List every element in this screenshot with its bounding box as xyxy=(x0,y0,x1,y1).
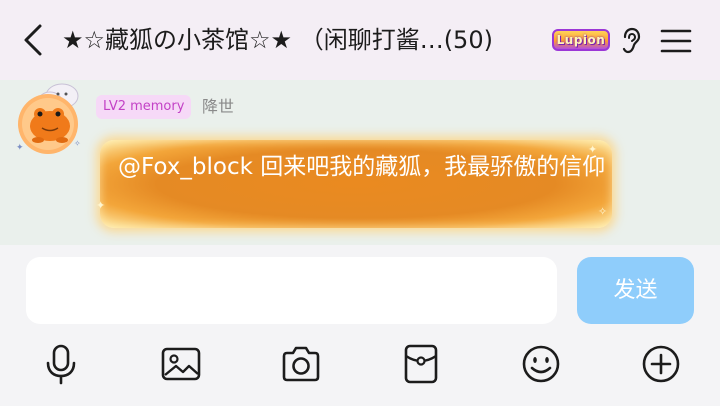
emoji-icon[interactable] xyxy=(519,342,563,386)
image-icon[interactable] xyxy=(159,342,203,386)
red-packet-icon[interactable] xyxy=(399,342,443,386)
group-badge: Lupion xyxy=(552,29,610,51)
chevron-left-icon[interactable] xyxy=(18,22,50,58)
group-title[interactable]: ★☆藏狐の小茶馆☆★ （闲聊打酱…(50) xyxy=(62,22,493,58)
message-input[interactable] xyxy=(26,257,557,324)
message-bubble[interactable]: @Fox_block 回来吧我的藏狐，我最骄傲的信仰 ✦ ✧ ✦ xyxy=(96,140,612,228)
sparkle-icon: ✦ xyxy=(588,143,598,156)
camera-icon[interactable] xyxy=(279,342,323,386)
plus-icon[interactable] xyxy=(639,342,683,386)
level-badge: LV2 memory xyxy=(96,95,192,119)
message-text: @Fox_block 回来吧我的藏狐，我最骄傲的信仰 xyxy=(118,154,606,180)
sparkle-icon: ✦ xyxy=(96,199,106,212)
microphone-icon[interactable] xyxy=(39,342,83,386)
svg-text:✦: ✦ xyxy=(16,143,24,153)
ear-icon[interactable] xyxy=(620,27,642,55)
send-button[interactable]: 发送 xyxy=(577,257,694,324)
group-badge-label: Lupion xyxy=(556,33,606,47)
sparkle-icon: ✧ xyxy=(598,205,608,218)
svg-text:✧: ✧ xyxy=(74,139,81,148)
menu-icon[interactable] xyxy=(660,28,692,54)
chat-header: ★☆藏狐の小茶馆☆★ （闲聊打酱…(50) Lupion xyxy=(0,0,720,80)
frog-avatar[interactable]: ✦ ✧ xyxy=(10,80,90,156)
sender-nickname[interactable]: 降世 xyxy=(202,95,234,119)
